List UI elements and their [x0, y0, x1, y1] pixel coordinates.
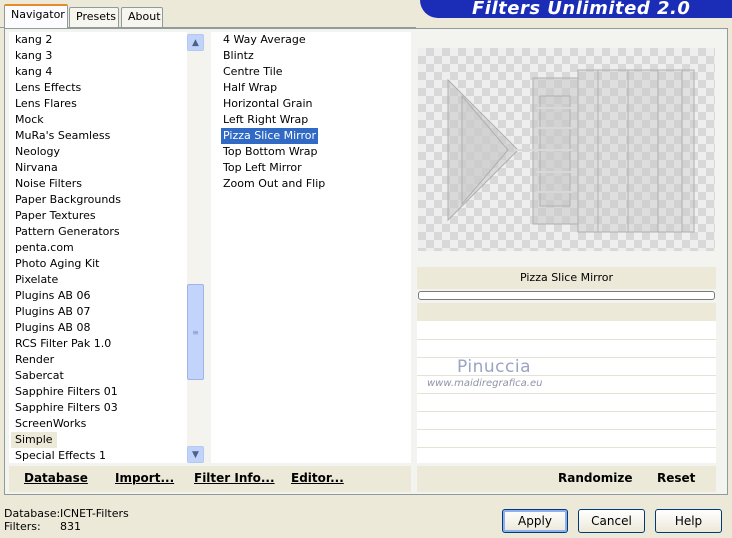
category-item[interactable]: Pattern Generators: [13, 224, 122, 240]
watermark-name: Pinuccia: [457, 357, 531, 377]
preview-image: [447, 69, 695, 233]
cancel-button[interactable]: Cancel: [578, 509, 645, 533]
category-item[interactable]: Pixelate: [13, 272, 60, 288]
category-item[interactable]: penta.com: [13, 240, 76, 256]
watermark-url: www.maidiregrafica.eu: [427, 378, 543, 389]
database-status-label: Database:: [4, 507, 61, 520]
param-divider: [417, 411, 716, 412]
category-item[interactable]: Sapphire Filters 01: [13, 384, 120, 400]
param-divider: [417, 447, 716, 448]
scroll-thumb[interactable]: ≡: [187, 284, 204, 380]
filter-item[interactable]: Left Right Wrap: [221, 112, 310, 128]
param-divider: [417, 339, 716, 340]
filter-preview: [418, 48, 715, 251]
category-item[interactable]: Paper Backgrounds: [13, 192, 123, 208]
editor-button[interactable]: Editor...: [291, 471, 344, 485]
help-button[interactable]: Help: [655, 509, 722, 533]
selected-filter-label: Pizza Slice Mirror: [417, 267, 716, 289]
database-status-value: ICNET-Filters: [60, 507, 129, 520]
scroll-up-button[interactable]: ▲: [187, 34, 204, 51]
category-list[interactable]: kang 2 kang 3 kang 4 Lens Effects Lens Flare…: [9, 32, 187, 463]
filter-item[interactable]: Pizza Slice Mirror: [221, 128, 319, 144]
filter-item[interactable]: Top Bottom Wrap: [221, 144, 320, 160]
filter-item[interactable]: Half Wrap: [221, 80, 279, 96]
reset-button[interactable]: Reset: [657, 471, 695, 485]
category-item[interactable]: Sabercat: [13, 368, 66, 384]
param-divider: [417, 393, 716, 394]
filter-item[interactable]: Centre Tile: [221, 64, 285, 80]
category-item[interactable]: Noise Filters: [13, 176, 84, 192]
tab-navigator[interactable]: Navigator: [4, 4, 68, 28]
import-button[interactable]: Import...: [115, 471, 174, 485]
category-scrollbar[interactable]: ▲ ≡ ▼: [187, 32, 204, 463]
category-item[interactable]: Plugins AB 08: [13, 320, 92, 336]
category-item[interactable]: Nirvana: [13, 160, 60, 176]
chevron-down-icon: ▼: [192, 449, 199, 460]
category-item[interactable]: kang 2: [13, 32, 54, 48]
chevron-up-icon: ▲: [192, 37, 199, 48]
category-item[interactable]: Simple: [11, 432, 57, 448]
scroll-down-button[interactable]: ▼: [187, 446, 204, 463]
tab-about[interactable]: About: [121, 7, 163, 27]
filter-list[interactable]: 4 Way Average Blintz Centre Tile Half Wrap H…: [211, 32, 411, 463]
filter-item[interactable]: Horizontal Grain: [221, 96, 314, 112]
category-item[interactable]: Render: [13, 352, 56, 368]
filter-item[interactable]: 4 Way Average: [221, 32, 308, 48]
category-item[interactable]: Sapphire Filters 03: [13, 400, 120, 416]
category-item[interactable]: Special Effects 1: [13, 448, 108, 464]
category-item[interactable]: kang 4: [13, 64, 54, 80]
parameter-header: [417, 303, 716, 321]
filter-item[interactable]: Blintz: [221, 48, 256, 64]
grip-icon: ≡: [192, 327, 199, 337]
category-item[interactable]: Lens Flares: [13, 96, 79, 112]
category-item[interactable]: Plugins AB 06: [13, 288, 92, 304]
tab-presets[interactable]: Presets: [69, 7, 119, 27]
filter-item[interactable]: Zoom Out and Flip: [221, 176, 327, 192]
progress-bar: [418, 291, 715, 300]
category-item[interactable]: kang 3: [13, 48, 54, 64]
category-item[interactable]: RCS Filter Pak 1.0: [13, 336, 113, 352]
randomize-button[interactable]: Randomize: [558, 471, 632, 485]
filters-count-label: Filters:: [4, 520, 41, 533]
category-item[interactable]: Photo Aging Kit: [13, 256, 101, 272]
filter-info-button[interactable]: Filter Info...: [194, 471, 275, 485]
filters-count-value: 831: [60, 520, 81, 533]
database-button[interactable]: Database: [24, 471, 88, 485]
category-item[interactable]: MuRa's Seamless: [13, 128, 112, 144]
category-item[interactable]: Plugins AB 07: [13, 304, 92, 320]
category-item[interactable]: Mock: [13, 112, 46, 128]
param-divider: [417, 429, 716, 430]
category-item[interactable]: Lens Effects: [13, 80, 83, 96]
apply-button[interactable]: Apply: [502, 509, 568, 533]
category-item[interactable]: ScreenWorks: [13, 416, 88, 432]
filter-item[interactable]: Top Left Mirror: [221, 160, 304, 176]
category-item[interactable]: Neology: [13, 144, 62, 160]
app-title: Filters Unlimited 2.0: [472, 0, 691, 19]
category-item[interactable]: Paper Textures: [13, 208, 98, 224]
